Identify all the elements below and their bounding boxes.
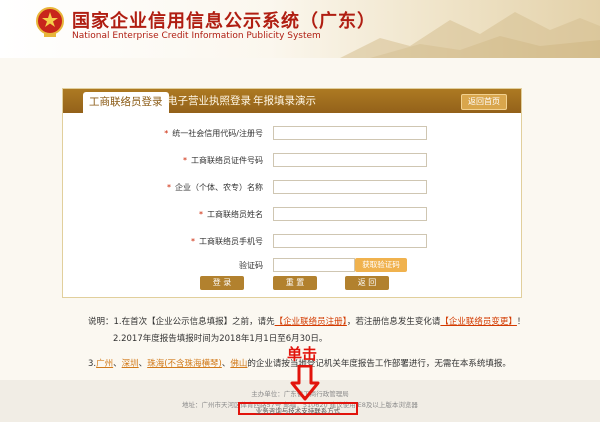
verification-code-input[interactable] <box>273 258 355 272</box>
form-row-verification: 验证码 获取验证码 <box>63 258 521 274</box>
required-star: * <box>191 237 195 246</box>
down-arrow-icon <box>290 365 320 401</box>
liaison-name-label: 工商联络员姓名 <box>207 210 263 219</box>
form-row-id-number: * 工商联络员证件号码 <box>63 153 521 169</box>
tab-e-license-login[interactable]: 电子营业执照登录 <box>167 92 251 111</box>
zhuhai-link[interactable]: 珠海(不含珠海横琴) <box>147 359 222 369</box>
liaison-phone-label: 工商联络员手机号 <box>199 237 263 246</box>
required-star: * <box>164 129 169 138</box>
get-verification-code-button[interactable]: 获取验证码 <box>355 258 407 272</box>
verification-label: 验证码 <box>239 261 263 270</box>
foshan-link[interactable]: 佛山 <box>230 359 247 369</box>
login-panel: 工商联络员登录 电子营业执照登录 年报填录演示 返回首页 * 统一社会信用代码/注… <box>62 88 522 298</box>
site-subtitle: National Enterprise Credit Information P… <box>72 31 321 41</box>
required-star: * <box>199 210 203 219</box>
shenzhen-link[interactable]: 深圳 <box>122 359 139 369</box>
liaison-name-input[interactable] <box>273 207 427 221</box>
form-row-credit-code: * 统一社会信用代码/注册号 <box>63 126 521 142</box>
click-annotation: 单击 <box>287 345 318 363</box>
required-star: * <box>183 156 187 165</box>
tab-annual-report-demo[interactable]: 年报填录演示 <box>253 92 316 111</box>
form-row-company-name: * 企业（个体、农专）名称 <box>63 180 521 196</box>
support-contact-link[interactable]: 业务咨询与技术支持联系方式 <box>238 402 358 415</box>
national-emblem-icon <box>36 7 64 37</box>
support-contact-label: 业务咨询与技术支持联系方式 <box>255 407 341 415</box>
note-line-1: 说明：1.在首次【企业公示信息填报】之前，请先【企业联络员注册】，若注册信息发生… <box>88 317 526 327</box>
liaison-phone-input[interactable] <box>273 234 427 248</box>
back-button[interactable]: 返 回 <box>345 276 389 290</box>
site-title: 国家企业信用信息公示系统（广东） <box>72 11 376 32</box>
credit-code-input[interactable] <box>273 126 427 140</box>
tab-liaison-login[interactable]: 工商联络员登录 <box>83 92 169 113</box>
login-button[interactable]: 登 录 <box>200 276 244 290</box>
site-header: 国家企业信用信息公示系统（广东） National Enterprise Cre… <box>0 0 600 58</box>
company-name-input[interactable] <box>273 180 427 194</box>
form-row-liaison-name: * 工商联络员姓名 <box>63 207 521 223</box>
register-liaison-link[interactable]: 【企业联络员注册】 <box>275 317 347 327</box>
company-name-label: 企业（个体、农专）名称 <box>175 183 263 192</box>
form-row-liaison-phone: * 工商联络员手机号 <box>63 234 521 250</box>
required-star: * <box>167 183 171 192</box>
back-home-button[interactable]: 返回首页 <box>461 94 507 110</box>
id-number-input[interactable] <box>273 153 427 167</box>
id-number-label: 工商联络员证件号码 <box>191 156 263 165</box>
change-liaison-link[interactable]: 【企业联络员变更】 <box>440 317 517 327</box>
mountain-background <box>340 12 600 58</box>
tab-bar: 工商联络员登录 电子营业执照登录 年报填录演示 返回首页 <box>63 89 521 113</box>
credit-code-label: 统一社会信用代码/注册号 <box>172 129 263 138</box>
reset-button[interactable]: 重 置 <box>273 276 317 290</box>
guangzhou-link[interactable]: 广州 <box>96 359 113 369</box>
